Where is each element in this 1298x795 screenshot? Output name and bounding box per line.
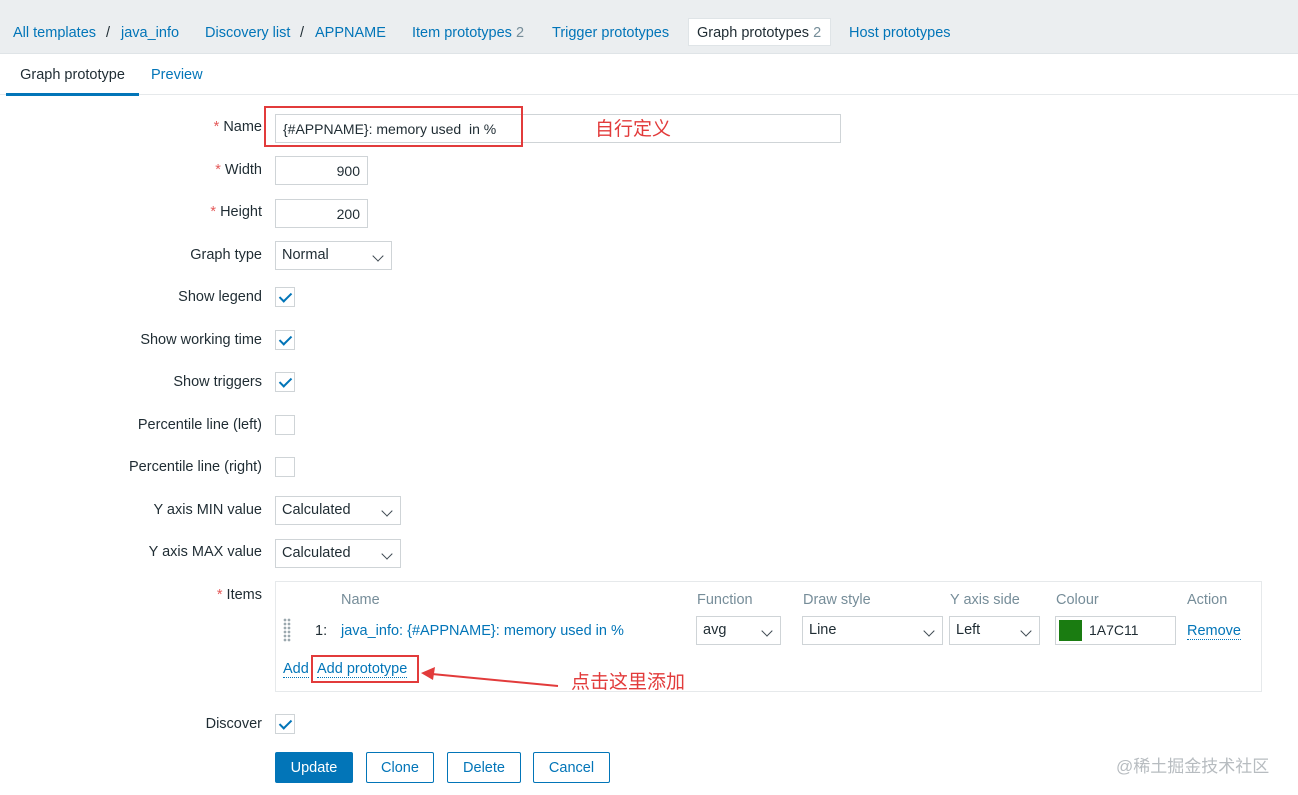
- height-label: * Height: [210, 204, 262, 220]
- nav-trigger-prototypes[interactable]: Trigger prototypes: [552, 0, 669, 54]
- nav-graph-prototypes-label: Graph prototypes: [697, 25, 810, 41]
- breadcrumb-rule[interactable]: APPNAME: [315, 0, 386, 54]
- colour-swatch[interactable]: [1059, 620, 1082, 641]
- percentile-right-label: Percentile line (right): [129, 459, 262, 475]
- tab-graph-prototype[interactable]: Graph prototype: [6, 55, 139, 96]
- breadcrumb-template[interactable]: java_info: [121, 0, 179, 54]
- remove-button[interactable]: Remove: [1187, 623, 1241, 640]
- tab-preview[interactable]: Preview: [151, 55, 203, 93]
- item-name-link[interactable]: java_info: {#APPNAME}: memory used in %: [341, 623, 624, 639]
- y-axis-max-label: Y axis MAX value: [148, 544, 262, 560]
- update-button[interactable]: Update: [275, 752, 353, 783]
- annotation-box-name: [264, 106, 523, 147]
- watermark: @稀土掘金技术社区: [1116, 757, 1270, 776]
- chevron-down-icon: [372, 250, 384, 262]
- annotation-name-note: 自行定义: [595, 119, 672, 140]
- show-triggers-label: Show triggers: [173, 374, 262, 390]
- annotation-arrow-icon: [421, 667, 559, 687]
- nav-host-prototypes[interactable]: Host prototypes: [849, 0, 951, 54]
- show-working-time-label: Show working time: [140, 332, 262, 348]
- chevron-down-icon: [381, 505, 393, 517]
- chevron-down-icon: [923, 625, 935, 637]
- percentile-left-label: Percentile line (left): [137, 417, 262, 433]
- show-working-time-checkbox[interactable]: [275, 330, 295, 350]
- breadcrumb-discovery-list[interactable]: Discovery list: [205, 0, 290, 54]
- name-label: * Name: [213, 119, 262, 135]
- y-axis-side-value: Left: [956, 622, 981, 638]
- show-legend-checkbox[interactable]: [275, 287, 295, 307]
- y-axis-min-label: Y axis MIN value: [153, 502, 262, 518]
- chevron-down-icon: [761, 625, 773, 637]
- cancel-button[interactable]: Cancel: [533, 752, 610, 783]
- width-label: * Width: [215, 162, 262, 178]
- y-axis-min-value: Calculated: [282, 502, 351, 518]
- column-header-draw-style: Draw style: [803, 592, 871, 608]
- row-index: 1:: [315, 623, 328, 639]
- clone-button[interactable]: Clone: [366, 752, 434, 783]
- draw-style-value: Line: [809, 622, 837, 638]
- drag-handle-icon[interactable]: [283, 618, 291, 642]
- y-axis-min-select[interactable]: Calculated: [275, 496, 401, 525]
- colour-value: 1A7C11: [1089, 622, 1139, 638]
- nav-graph-prototypes[interactable]: Graph prototypes 2: [697, 0, 821, 54]
- draw-style-select[interactable]: Line: [802, 616, 943, 645]
- breadcrumb-separator: /: [106, 25, 111, 41]
- height-input[interactable]: [275, 199, 368, 228]
- nav-graph-prototypes-count: 2: [813, 25, 822, 41]
- chevron-down-icon: [1020, 625, 1032, 637]
- percentile-right-checkbox[interactable]: [275, 457, 295, 477]
- delete-button[interactable]: Delete: [447, 752, 521, 783]
- breadcrumb: All templates / java_info Discovery list…: [0, 0, 1298, 54]
- y-axis-max-select[interactable]: Calculated: [275, 539, 401, 568]
- graph-type-select[interactable]: Normal: [275, 241, 392, 270]
- discover-label: Discover: [205, 716, 262, 732]
- column-header-y-axis-side: Y axis side: [950, 592, 1020, 608]
- annotation-add-note: 点击这里添加: [571, 672, 686, 693]
- y-axis-max-value: Calculated: [282, 545, 351, 561]
- breadcrumb-all-templates[interactable]: All templates: [13, 0, 96, 54]
- nav-item-prototypes[interactable]: Item prototypes 2: [412, 0, 524, 54]
- items-label: * Items: [216, 587, 262, 603]
- show-legend-label: Show legend: [178, 289, 262, 305]
- column-header-action: Action: [1187, 592, 1228, 608]
- function-value: avg: [703, 622, 727, 638]
- function-select[interactable]: avg: [696, 616, 781, 645]
- column-header-function: Function: [697, 592, 753, 608]
- nav-item-prototypes-count: 2: [515, 25, 525, 41]
- discover-checkbox[interactable]: [275, 714, 295, 734]
- annotation-box-add-prototype: [311, 655, 419, 683]
- nav-item-prototypes-label: Item prototypes: [412, 25, 512, 41]
- colour-picker[interactable]: 1A7C11: [1055, 616, 1176, 645]
- width-input[interactable]: [275, 156, 368, 185]
- add-item-link[interactable]: Add: [283, 661, 309, 678]
- graph-type-label: Graph type: [190, 247, 262, 263]
- y-axis-side-select[interactable]: Left: [949, 616, 1040, 645]
- percentile-left-checkbox[interactable]: [275, 415, 295, 435]
- column-header-name: Name: [341, 592, 380, 608]
- breadcrumb-separator: /: [300, 25, 305, 41]
- show-triggers-checkbox[interactable]: [275, 372, 295, 392]
- column-header-colour: Colour: [1056, 592, 1099, 608]
- chevron-down-icon: [381, 548, 393, 560]
- graph-type-value: Normal: [282, 247, 329, 263]
- form-tabs: Graph prototype Preview: [0, 55, 1298, 96]
